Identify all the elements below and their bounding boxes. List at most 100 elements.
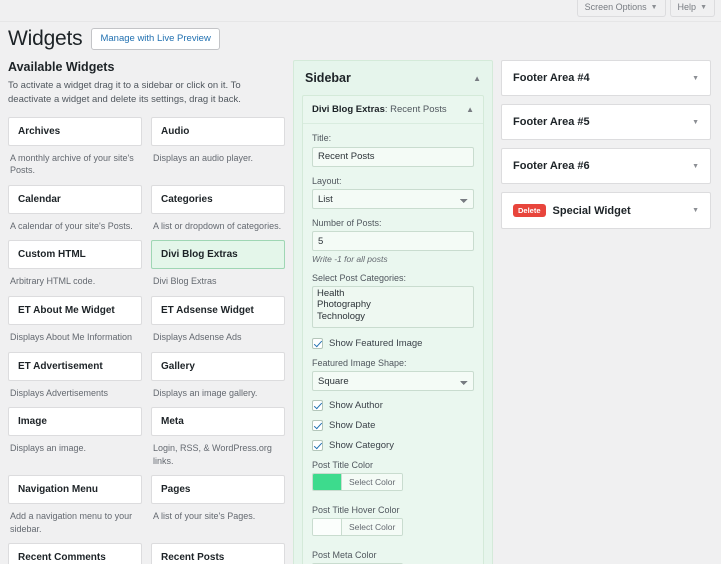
color-swatch[interactable] <box>313 519 341 535</box>
number-of-posts-input[interactable] <box>312 231 474 251</box>
widget-drag-handle[interactable]: Recent Comments <box>8 543 142 564</box>
color-swatch[interactable] <box>313 474 341 490</box>
widget-form-header[interactable]: Divi Blog Extras: Recent Posts ▲ <box>303 96 483 124</box>
available-widget-item: Calendar A calendar of your site's Posts. <box>8 184 142 233</box>
widget-drag-handle[interactable]: Categories <box>151 184 285 214</box>
sidebar-column: Sidebar ▲ Divi Blog Extras: Recent Posts… <box>293 51 493 564</box>
widget-description: Displays an image gallery. <box>153 387 258 398</box>
available-widget-item: Pages A list of your site's Pages. <box>151 475 285 535</box>
layout-select[interactable]: ListGrid <box>312 188 474 209</box>
screen-meta-links: Screen Options ▼ Help ▼ <box>576 0 715 17</box>
select-option[interactable]: Health <box>314 288 472 299</box>
widget-description: A monthly archive of your site's Posts. <box>10 152 134 176</box>
title-input[interactable] <box>312 146 474 167</box>
manage-with-live-preview-button[interactable]: Manage with Live Preview <box>91 28 220 50</box>
available-widget-item: ET Advertisement Displays Advertisements <box>8 351 142 400</box>
footer-area-title: Footer Area #4 <box>513 72 590 84</box>
show-featured-image-checkbox-row[interactable]: Show Featured Image <box>312 338 474 349</box>
show-featured-image-label: Show Featured Image <box>329 338 423 349</box>
select-option[interactable]: Photography <box>314 299 472 310</box>
footer-area-header: Footer Area #5 <box>513 116 590 128</box>
available-widgets-heading: Available Widgets <box>8 60 115 74</box>
widget-description: Displays Adsense Ads <box>153 331 242 342</box>
widget-description: A calendar of your site's Posts. <box>10 220 133 231</box>
checkbox-icon[interactable] <box>312 338 323 349</box>
show-date-label: Show Date <box>329 420 376 431</box>
widget-drag-handle[interactable]: ET About Me Widget <box>8 295 142 325</box>
widget-drag-handle[interactable]: Gallery <box>151 351 285 381</box>
available-widget-item: Image Displays an image. <box>8 407 142 467</box>
widget-drag-handle[interactable]: Pages <box>151 475 285 505</box>
available-widget-item: Categories A list or dropdown of categori… <box>151 184 285 233</box>
widget-description: Divi Blog Extras <box>153 276 217 287</box>
widget-drag-handle[interactable]: Divi Blog Extras <box>151 240 285 270</box>
footer-area-panel[interactable]: Footer Area #4 ▼ <box>501 60 711 96</box>
widget-drag-handle[interactable]: Audio <box>151 116 285 146</box>
title-field-group: Title: <box>312 133 474 167</box>
select-option[interactable]: Technology <box>314 311 472 322</box>
checkbox-icon[interactable] <box>312 420 323 431</box>
footer-area-title: Footer Area #5 <box>513 116 590 128</box>
show-date-checkbox-row[interactable]: Show Date <box>312 420 474 431</box>
help-button[interactable]: Help ▼ <box>669 0 715 17</box>
color-picker-group: Post Title Color Select Color <box>312 460 474 495</box>
available-widget-item: Custom HTML Arbitrary HTML code. <box>8 240 142 288</box>
show-category-checkbox-row[interactable]: Show Category <box>312 440 474 451</box>
select-color-button[interactable]: Select Color <box>341 519 403 535</box>
sidebar-area-header[interactable]: Sidebar ▲ <box>294 61 492 95</box>
widget-form-body: Title: Layout: ListGrid Number of Posts:… <box>303 124 483 564</box>
widget-drag-handle[interactable]: Navigation Menu <box>8 475 142 505</box>
collapse-arrow-icon[interactable]: ▲ <box>473 74 481 83</box>
screen-options-button[interactable]: Screen Options ▼ <box>576 0 666 17</box>
featured-image-shape-select[interactable]: SquareCircleRounded <box>312 371 474 391</box>
widget-drag-handle[interactable]: Recent Posts <box>151 543 285 564</box>
color-picker-group: Post Meta ColorSelect Color <box>312 550 474 564</box>
available-widget-item: ET About Me Widget Displays About Me Info… <box>8 295 142 344</box>
show-author-label: Show Author <box>329 400 383 411</box>
widget-drag-handle[interactable]: Custom HTML <box>8 240 142 270</box>
color-picker-label: Post Title Color <box>312 460 374 470</box>
widget-drag-handle[interactable]: ET Adsense Widget <box>151 295 285 325</box>
available-widget-item: Navigation Menu Add a navigation menu to … <box>8 475 142 535</box>
chevron-down-icon: ▼ <box>700 4 707 11</box>
widget-drag-handle[interactable]: Archives <box>8 116 142 146</box>
chevron-down-icon[interactable]: ▼ <box>692 75 699 82</box>
featured-image-shape-label: Featured Image Shape: <box>312 358 407 368</box>
checkbox-icon[interactable] <box>312 400 323 411</box>
widget-description: Displays About Me Information <box>10 331 133 342</box>
widget-drag-handle[interactable]: Meta <box>151 407 285 437</box>
widget-drag-handle[interactable]: Calendar <box>8 184 142 214</box>
screen-options-label: Screen Options <box>584 2 647 12</box>
footer-area-header: Delete Special Widget <box>513 204 631 217</box>
widget-description: Displays an image. <box>10 443 87 454</box>
title-field-label: Title: <box>312 133 332 143</box>
collapse-arrow-icon[interactable]: ▲ <box>466 105 474 114</box>
chevron-down-icon[interactable]: ▼ <box>692 163 699 170</box>
widget-drag-handle[interactable]: ET Advertisement <box>8 351 142 381</box>
footer-area-panel[interactable]: Footer Area #5 ▼ <box>501 104 711 140</box>
color-picker-group: Post Title Hover Color Select Color <box>312 505 474 540</box>
available-widgets-description: To activate a widget drag it to a sideba… <box>8 80 241 105</box>
footer-area-title: Footer Area #6 <box>513 160 590 172</box>
page-header: Widgets Manage with Live Preview <box>0 22 721 51</box>
delete-button[interactable]: Delete <box>513 204 546 217</box>
available-widget-item: ET Adsense Widget Displays Adsense Ads <box>151 295 285 344</box>
color-picker-control[interactable]: Select Color <box>312 518 404 536</box>
show-category-label: Show Category <box>329 440 394 451</box>
chevron-down-icon: ▼ <box>650 4 658 11</box>
checkbox-icon[interactable] <box>312 440 323 451</box>
footer-areas-column: Footer Area #4 ▼ Footer Area #5 ▼ Footer Are… <box>501 51 711 229</box>
select-color-button[interactable]: Select Color <box>341 474 403 490</box>
number-of-posts-label: Number of Posts: <box>312 217 382 228</box>
footer-area-panel[interactable]: Footer Area #6 ▼ <box>501 148 711 184</box>
chevron-down-icon[interactable]: ▼ <box>692 119 699 126</box>
available-widget-item: Meta Login, RSS, & WordPress.org links. <box>151 407 285 467</box>
widget-form-title: Divi Blog Extras: Recent Posts <box>312 104 447 115</box>
chevron-down-icon[interactable]: ▼ <box>692 207 699 214</box>
widget-drag-handle[interactable]: Image <box>8 407 142 437</box>
footer-area-panel[interactable]: Delete Special Widget ▼ <box>501 192 711 229</box>
show-author-checkbox-row[interactable]: Show Author <box>312 400 474 411</box>
widget-description: Displays an audio player. <box>153 152 254 163</box>
post-categories-multiselect[interactable]: HealthPhotographyTechnology <box>312 286 474 328</box>
color-picker-control[interactable]: Select Color <box>312 473 404 491</box>
